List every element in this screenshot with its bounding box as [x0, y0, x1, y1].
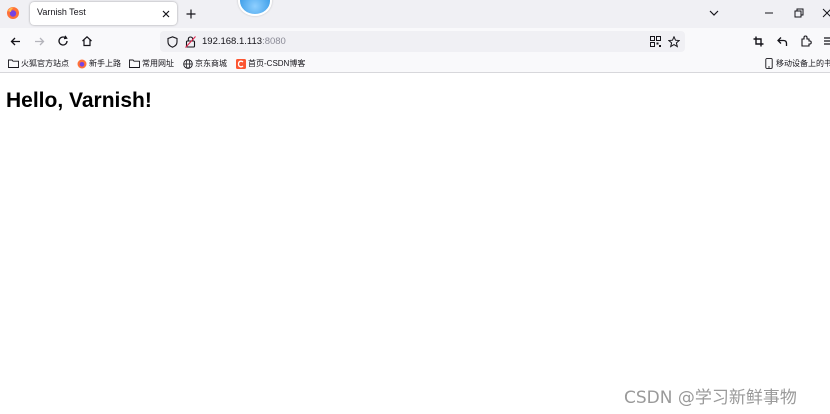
bookmark-label: 移动设备上的书	[776, 59, 830, 68]
home-icon[interactable]	[79, 33, 95, 49]
page-heading: Hello, Varnish!	[6, 89, 152, 112]
bookmark-csdn-blog[interactable]: 首页-CSDN博客	[235, 57, 305, 70]
overlay-bubble	[238, 0, 272, 16]
page-content: Hello, Varnish! CSDN @学习新鲜事物	[0, 73, 830, 414]
new-tab-icon[interactable]	[182, 5, 199, 22]
url-text[interactable]: 192.168.1.113:8080	[202, 36, 286, 47]
bookmark-star-icon[interactable]	[667, 35, 680, 48]
bookmark-jd-mall[interactable]: 京东商城	[182, 57, 227, 70]
bookmark-label: 新手上路	[89, 59, 121, 68]
reload-icon[interactable]	[55, 33, 71, 49]
qr-code-icon[interactable]	[649, 35, 662, 48]
extensions-icon[interactable]	[798, 33, 814, 49]
address-bar[interactable]: 192.168.1.113:8080	[160, 31, 685, 52]
tab-title: Varnish Test	[37, 7, 86, 17]
bookmark-mobile[interactable]: 移动设备上的书	[763, 57, 830, 70]
bookmark-label: 京东商城	[195, 59, 227, 68]
folder-icon	[8, 58, 19, 69]
bookmark-label: 常用网址	[142, 59, 174, 68]
mobile-icon	[763, 58, 774, 69]
bookmark-label: 首页-CSDN博客	[248, 59, 306, 68]
navigation-toolbar: 192.168.1.113:8080	[0, 28, 830, 55]
csdn-icon	[235, 58, 246, 69]
tab-varnish-test[interactable]: Varnish Test	[30, 2, 177, 25]
close-tab-icon[interactable]	[158, 6, 173, 21]
close-window-icon[interactable]	[819, 5, 830, 21]
folder-icon	[129, 58, 140, 69]
bookmark-getting-started[interactable]: 新手上路	[76, 57, 121, 70]
url-host: 192.168.1.113	[202, 36, 263, 47]
shield-icon[interactable]	[166, 35, 179, 48]
bookmark-label: 火狐官方站点	[21, 59, 69, 68]
bookmark-firefox-site[interactable]: 火狐官方站点	[8, 57, 69, 70]
tab-strip: Varnish Test	[0, 0, 830, 28]
menu-icon[interactable]	[820, 33, 830, 49]
url-port: :8080	[262, 36, 286, 47]
globe-icon	[182, 58, 193, 69]
firefox-icon	[76, 58, 87, 69]
restore-icon[interactable]	[791, 5, 807, 21]
list-all-tabs-icon[interactable]	[706, 5, 722, 21]
watermark-text: CSDN @学习新鲜事物	[624, 388, 797, 408]
bookmarks-toolbar: 火狐官方站点 新手上路 常用网址 京东商城 首页-CSDN博客 移动设备上的书	[0, 55, 830, 73]
insecure-lock-icon[interactable]	[184, 35, 197, 48]
minimize-icon[interactable]	[761, 5, 777, 21]
firefox-icon[interactable]	[6, 6, 20, 20]
undo-arrow-icon[interactable]	[774, 33, 790, 49]
bookmark-common-sites[interactable]: 常用网址	[129, 57, 174, 70]
back-arrow-icon[interactable]	[7, 33, 23, 49]
forward-arrow-icon[interactable]	[31, 33, 47, 49]
screenshot-crop-icon[interactable]	[750, 33, 766, 49]
